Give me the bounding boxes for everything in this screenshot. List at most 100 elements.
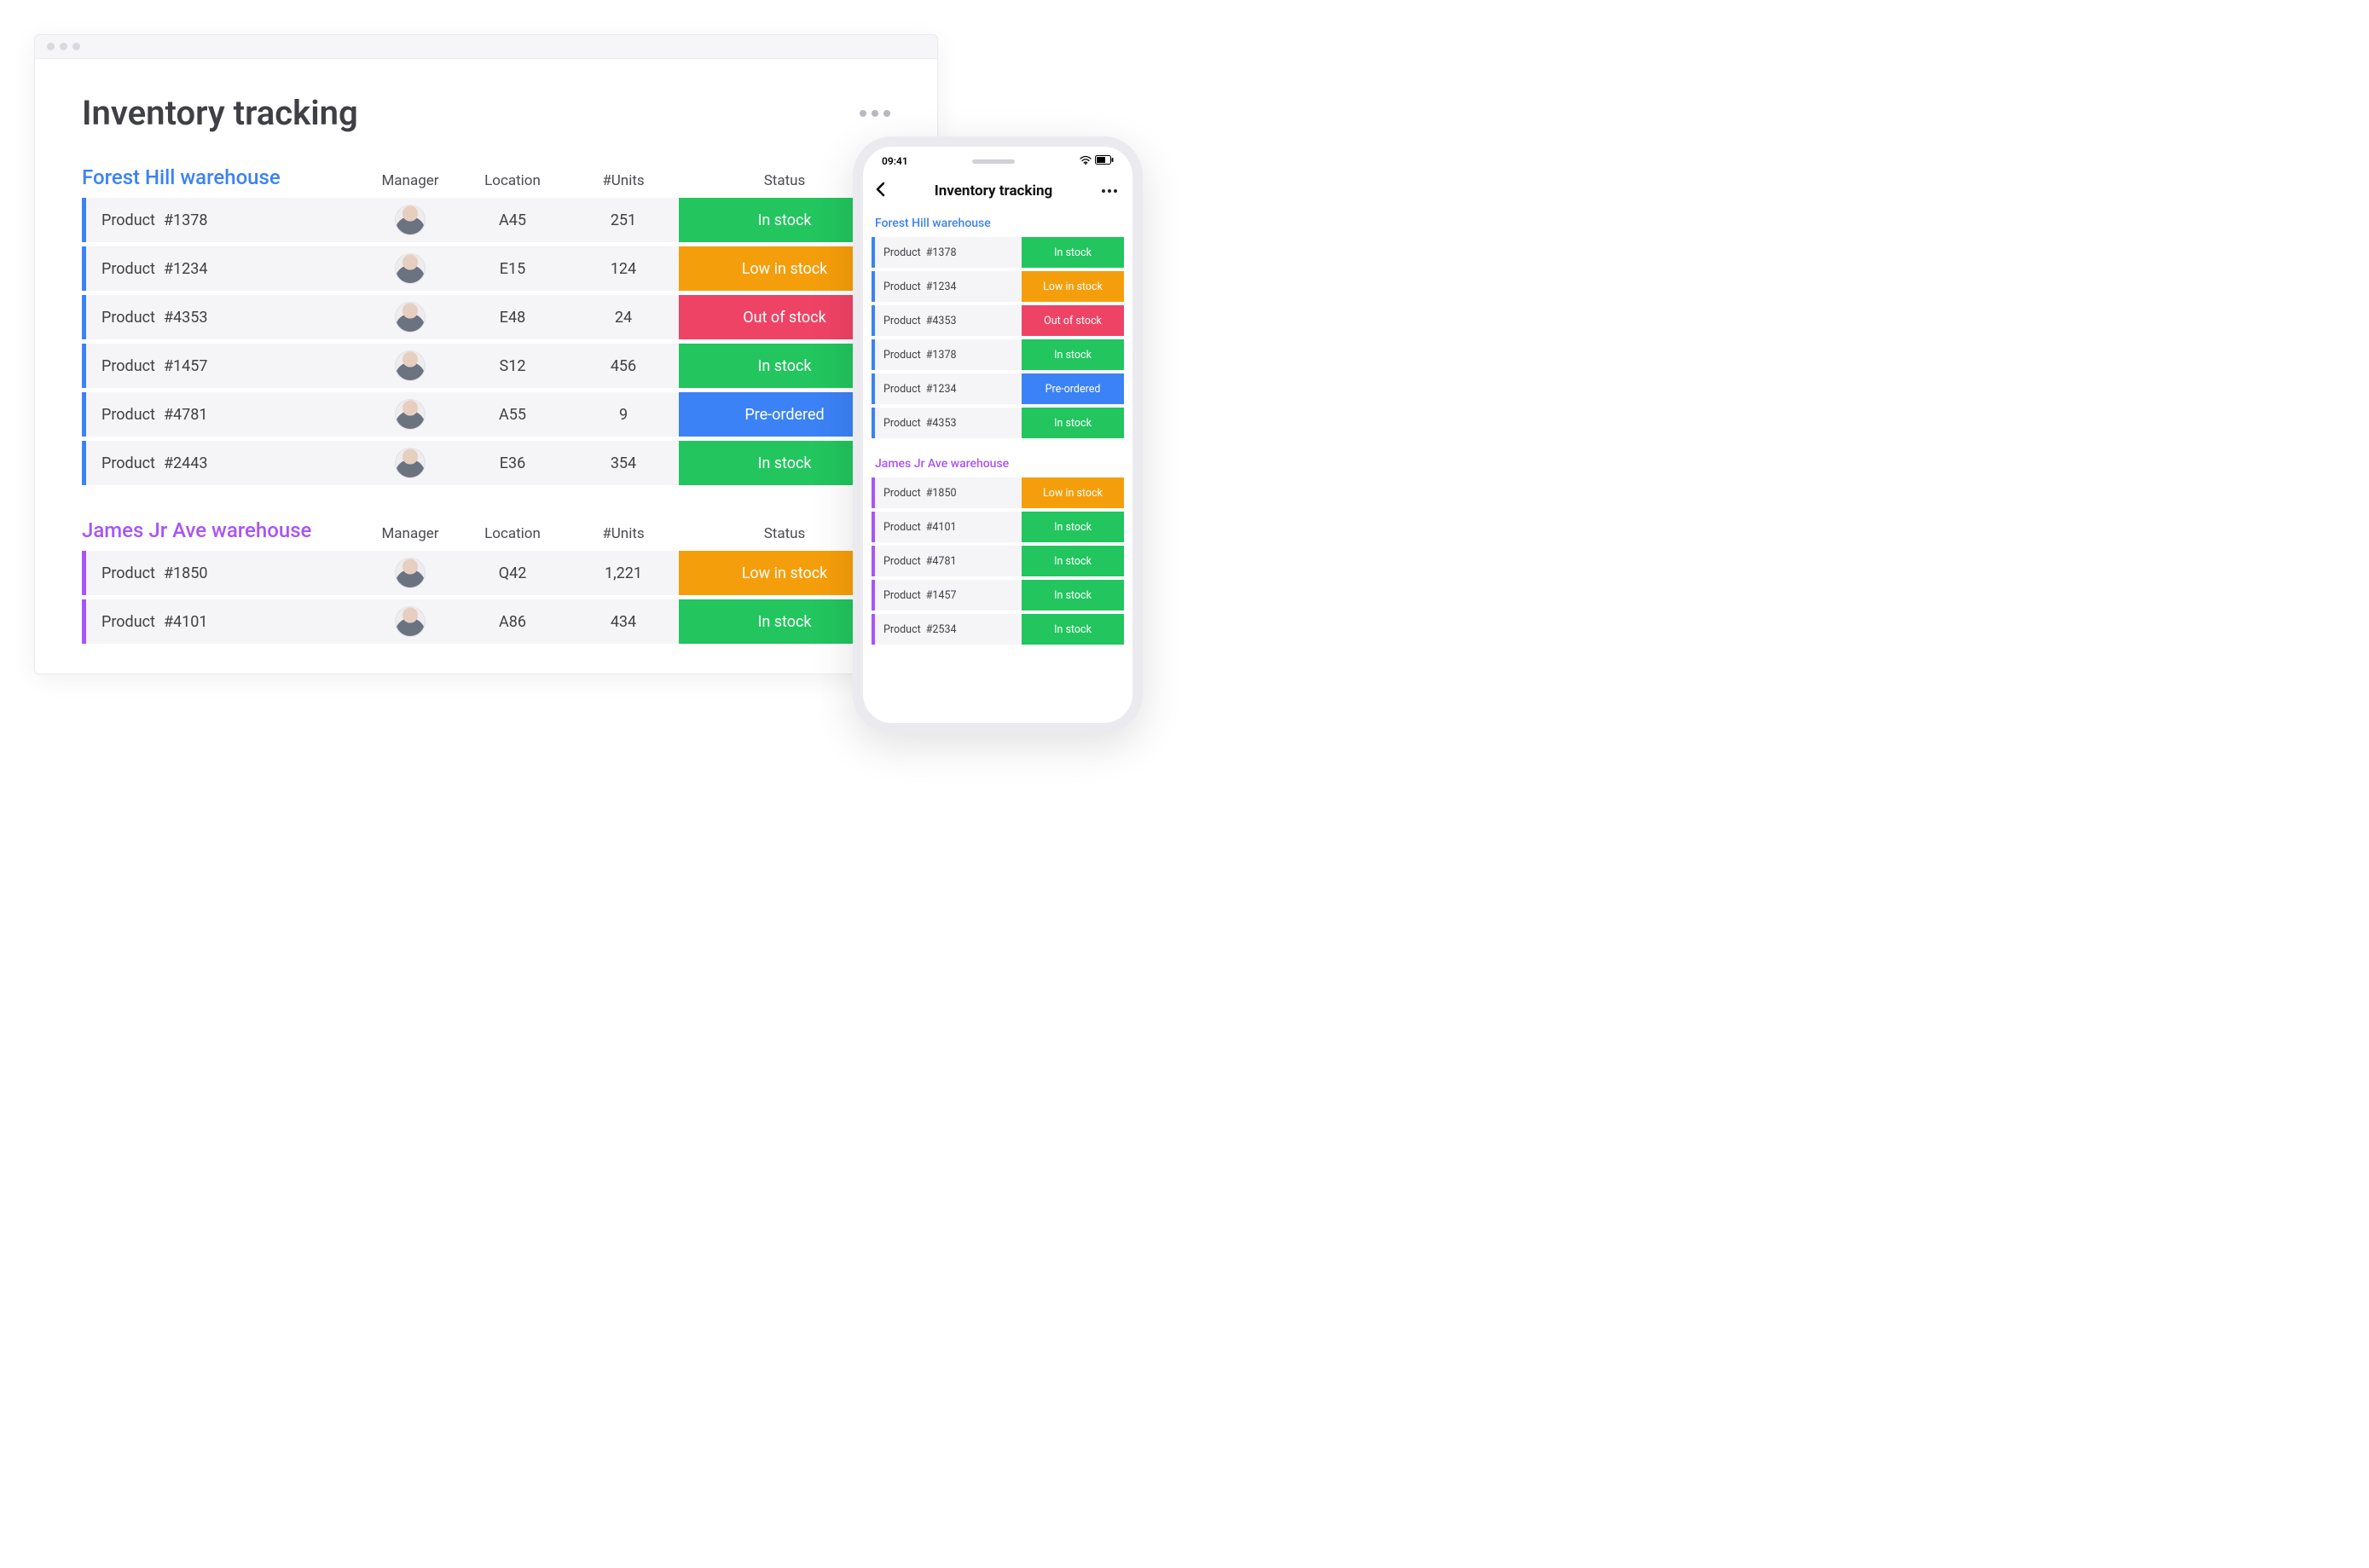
list-item[interactable]: Product#1378In stock xyxy=(872,237,1124,268)
window-control-dot[interactable] xyxy=(60,43,67,50)
phone-notch xyxy=(972,159,1015,164)
table-row[interactable]: Product#4353E4824Out of stock xyxy=(82,295,890,339)
product-name: Product#1378 xyxy=(875,246,1022,259)
manager-cell[interactable] xyxy=(363,253,457,284)
column-header-location: Location xyxy=(457,525,568,542)
list-item[interactable]: Product#1378In stock xyxy=(872,339,1124,370)
avatar xyxy=(395,606,426,637)
phone-section-title[interactable]: James Jr Ave warehouse xyxy=(875,457,1124,471)
location-cell: S12 xyxy=(457,357,568,375)
table-row[interactable]: Product#4101A86434In stock xyxy=(82,599,890,644)
desktop-window: Inventory tracking Forest Hill warehouse… xyxy=(34,34,938,674)
avatar xyxy=(395,350,426,381)
column-header-units: #Units xyxy=(568,525,679,542)
list-item[interactable]: Product#2534In stock xyxy=(872,614,1124,645)
manager-cell[interactable] xyxy=(363,448,457,478)
status-badge: In stock xyxy=(1022,339,1124,370)
avatar xyxy=(395,558,426,588)
units-cell: 9 xyxy=(568,406,679,424)
location-cell: A55 xyxy=(457,406,568,424)
phone-mock: 09:41 Inventory tracking Forest Hill war… xyxy=(853,136,1143,733)
product-name: Product#4353 xyxy=(875,417,1022,430)
list-item[interactable]: Product#4353In stock xyxy=(872,408,1124,438)
column-header-units: #Units xyxy=(568,172,679,189)
status-badge: In stock xyxy=(1022,580,1124,610)
phone-page-title: Inventory tracking xyxy=(935,182,1052,200)
manager-cell[interactable] xyxy=(363,558,457,588)
status-badge: Pre-ordered xyxy=(1022,373,1124,404)
product-name: Product#4353 xyxy=(86,309,363,327)
column-header-location: Location xyxy=(457,172,568,189)
list-item[interactable]: Product#4353Out of stock xyxy=(872,305,1124,336)
window-control-dot[interactable] xyxy=(72,43,80,50)
avatar xyxy=(395,253,426,284)
window-chrome xyxy=(35,35,937,59)
table-row[interactable]: Product#1234E15124Low in stock xyxy=(82,246,890,291)
list-item[interactable]: Product#4781In stock xyxy=(872,546,1124,576)
manager-cell[interactable] xyxy=(363,606,457,637)
product-name: Product#1457 xyxy=(875,589,1022,602)
table-row[interactable]: Product#1378A45251In stock xyxy=(82,198,890,242)
product-name: Product#2443 xyxy=(86,454,363,472)
avatar xyxy=(395,302,426,333)
section-title[interactable]: Forest Hill warehouse xyxy=(82,165,363,189)
location-cell: E48 xyxy=(457,309,568,327)
product-name: Product#2534 xyxy=(875,623,1022,636)
avatar xyxy=(395,205,426,235)
units-cell: 354 xyxy=(568,454,679,472)
status-badge: Out of stock xyxy=(1022,305,1124,336)
location-cell: Q42 xyxy=(457,564,568,582)
product-name: Product#1378 xyxy=(86,211,363,229)
list-item[interactable]: Product#1234Low in stock xyxy=(872,271,1124,302)
phone-status-bar: 09:41 xyxy=(863,147,1132,176)
manager-cell[interactable] xyxy=(363,302,457,333)
more-menu-button[interactable] xyxy=(860,110,890,117)
product-name: Product#1234 xyxy=(875,383,1022,396)
status-badge: Low in stock xyxy=(1022,477,1124,508)
column-header-manager: Manager xyxy=(363,525,457,542)
product-name: Product#4353 xyxy=(875,315,1022,327)
status-badge: In stock xyxy=(1022,512,1124,542)
units-cell: 251 xyxy=(568,211,679,229)
phone-time: 09:41 xyxy=(882,155,908,167)
units-cell: 124 xyxy=(568,260,679,278)
back-button[interactable] xyxy=(875,181,885,201)
product-name: Product#1850 xyxy=(875,487,1022,500)
status-badge: In stock xyxy=(1022,546,1124,576)
status-badge: In stock xyxy=(1022,237,1124,268)
phone-more-button[interactable] xyxy=(1102,189,1117,193)
table-row[interactable]: Product#4781A559Pre-ordered xyxy=(82,392,890,437)
table-row[interactable]: Product#2443E36354In stock xyxy=(82,441,890,485)
list-item[interactable]: Product#4101In stock xyxy=(872,512,1124,542)
list-item[interactable]: Product#1850Low in stock xyxy=(872,477,1124,508)
phone-section-title[interactable]: Forest Hill warehouse xyxy=(875,217,1124,230)
manager-cell[interactable] xyxy=(363,350,457,381)
avatar xyxy=(395,399,426,430)
manager-cell[interactable] xyxy=(363,205,457,235)
column-header-manager: Manager xyxy=(363,172,457,189)
battery-icon xyxy=(1095,155,1114,167)
location-cell: E36 xyxy=(457,454,568,472)
table-row[interactable]: Product#1850Q421,221Low in stock xyxy=(82,551,890,595)
product-name: Product#1378 xyxy=(875,349,1022,362)
product-name: Product#4101 xyxy=(86,613,363,631)
product-name: Product#1457 xyxy=(86,357,363,375)
manager-cell[interactable] xyxy=(363,399,457,430)
product-name: Product#4781 xyxy=(875,555,1022,568)
window-control-dot[interactable] xyxy=(47,43,55,50)
product-name: Product#1234 xyxy=(86,260,363,278)
table-row[interactable]: Product#1457S12456In stock xyxy=(82,344,890,388)
location-cell: A86 xyxy=(457,613,568,631)
product-name: Product#4781 xyxy=(86,406,363,424)
location-cell: A45 xyxy=(457,211,568,229)
units-cell: 1,221 xyxy=(568,564,679,582)
product-name: Product#1234 xyxy=(875,281,1022,293)
list-item[interactable]: Product#1234Pre-ordered xyxy=(872,373,1124,404)
list-item[interactable]: Product#1457In stock xyxy=(872,580,1124,610)
product-name: Product#4101 xyxy=(875,521,1022,534)
page-title: Inventory tracking xyxy=(82,93,358,133)
units-cell: 434 xyxy=(568,613,679,631)
section-title[interactable]: James Jr Ave warehouse xyxy=(82,518,363,542)
units-cell: 456 xyxy=(568,357,679,375)
status-badge: In stock xyxy=(1022,408,1124,438)
